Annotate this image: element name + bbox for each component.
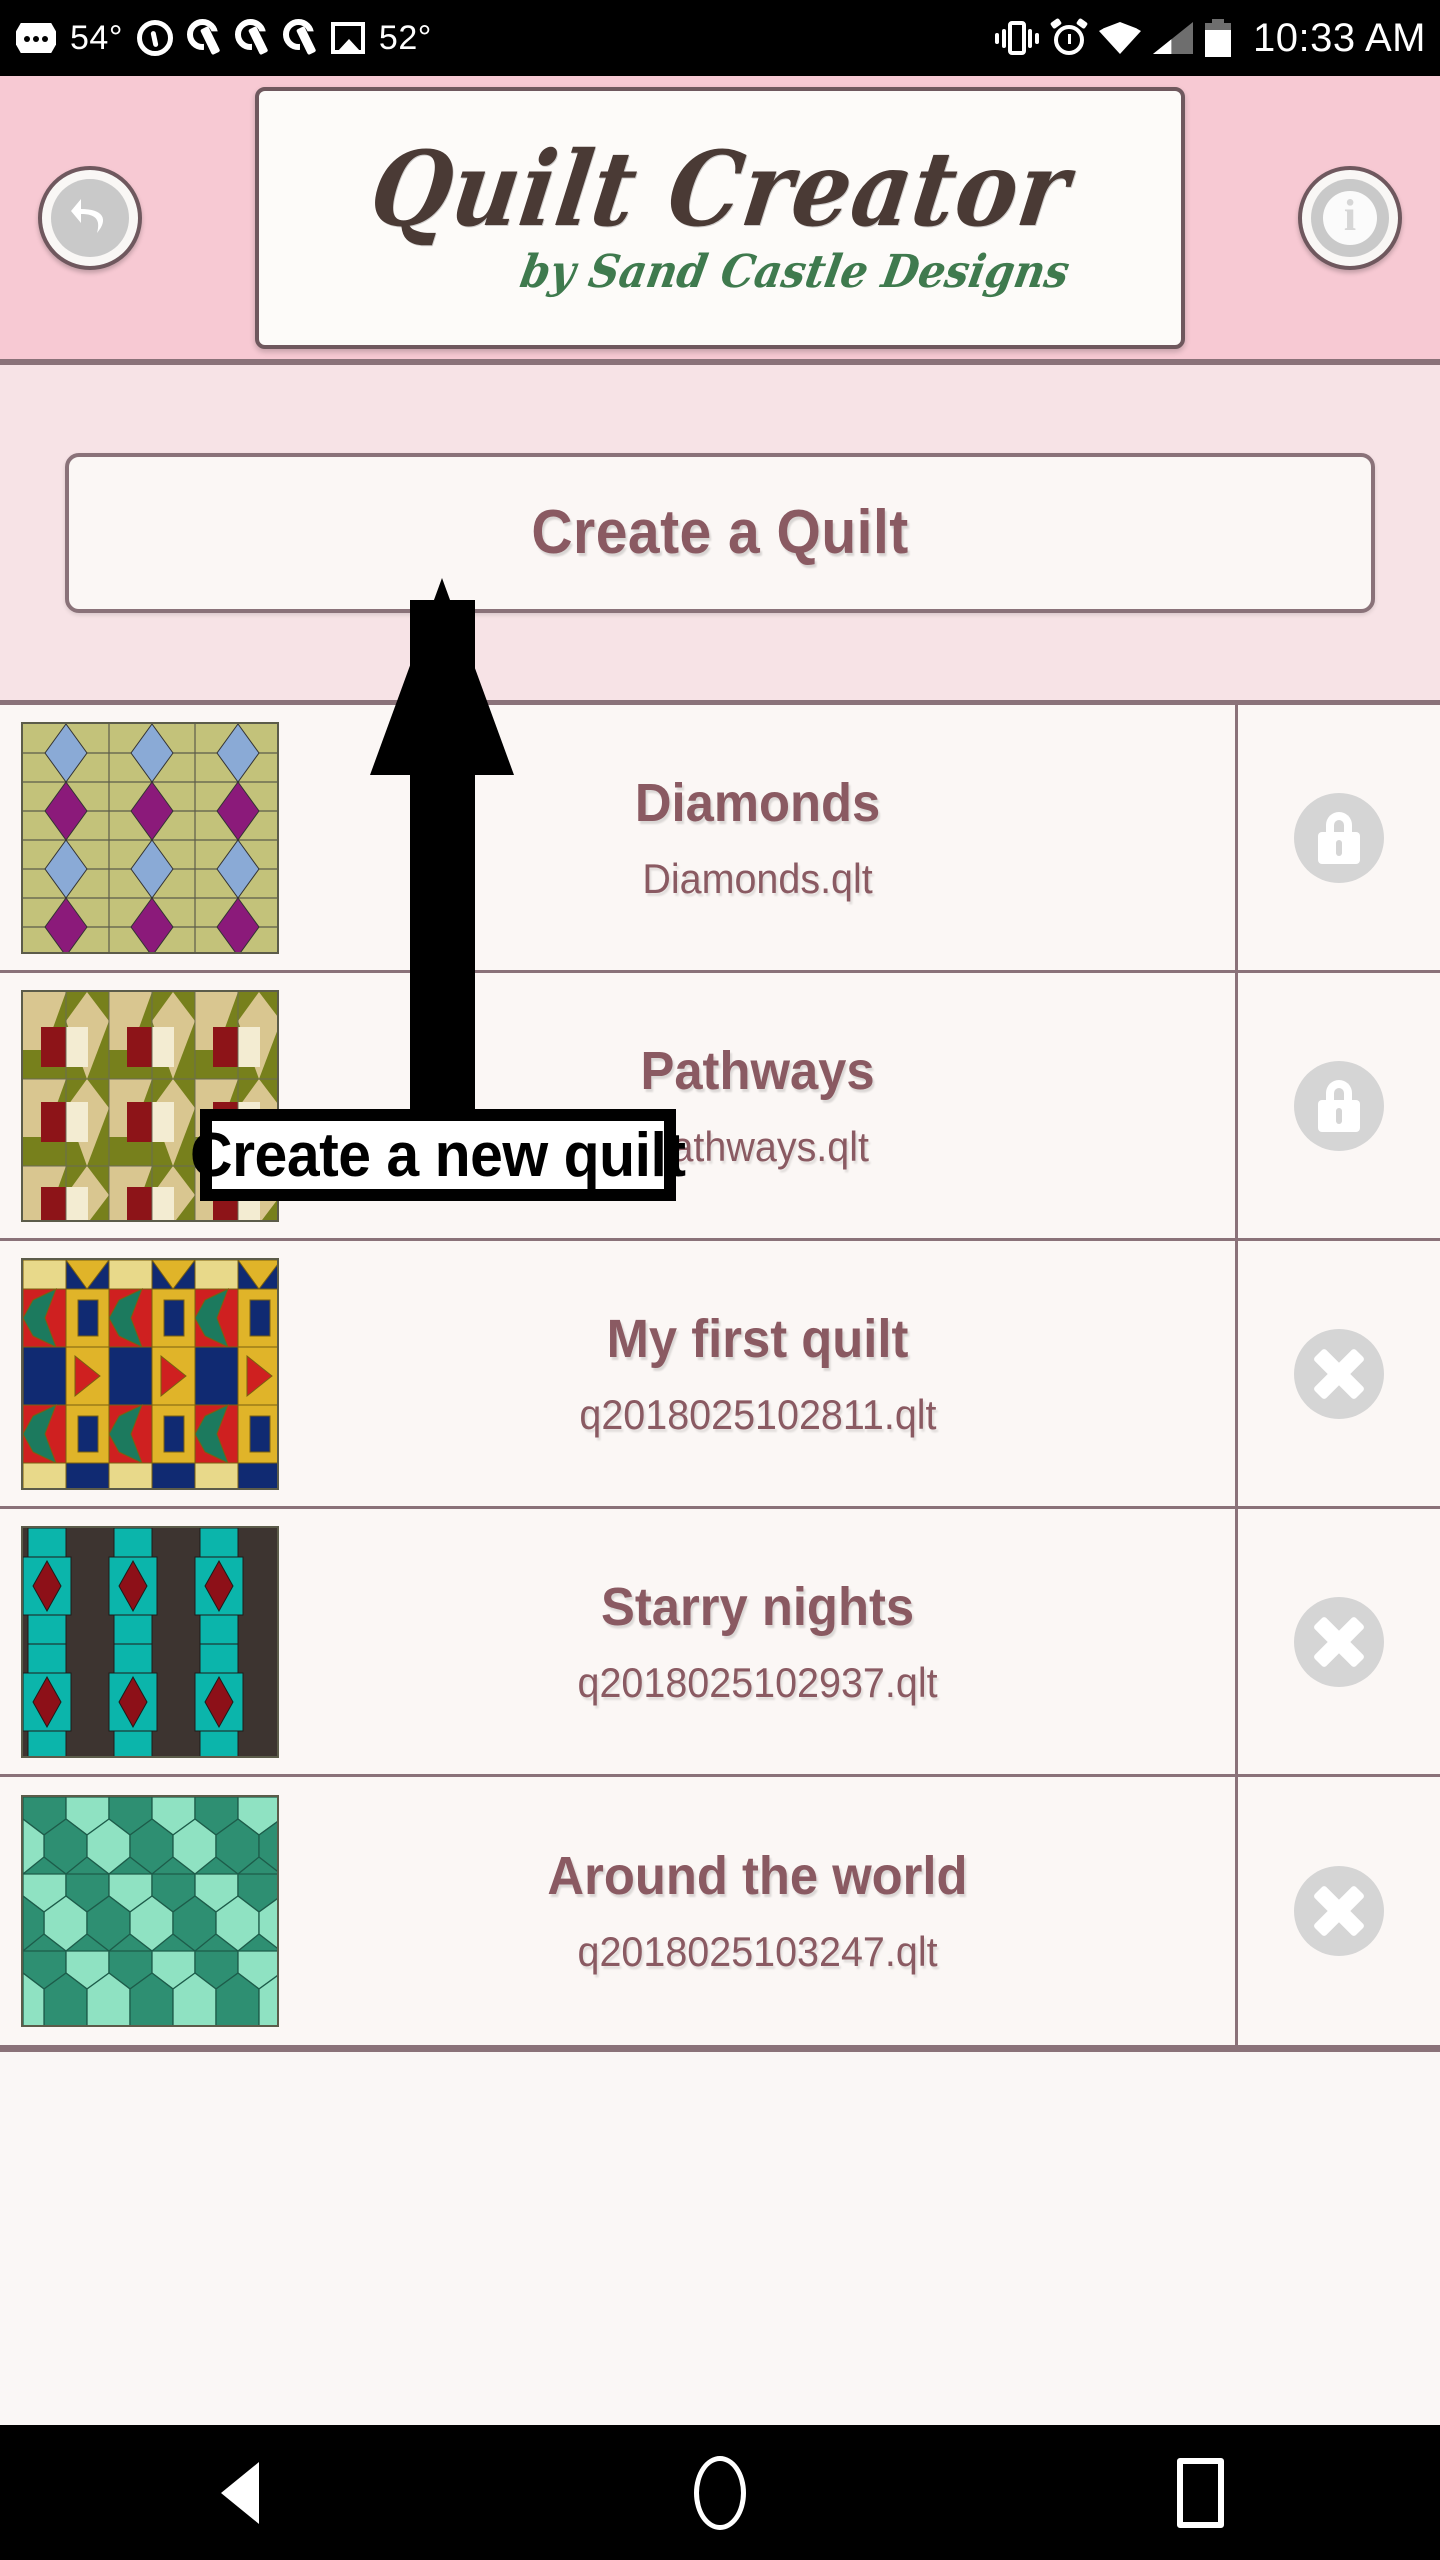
quilt-text-cell: Around the world q2018025103247.qlt xyxy=(300,1777,1235,2045)
quilt-title: Around the world xyxy=(547,1846,968,1906)
android-nav-bar xyxy=(0,2425,1440,2560)
create-quilt-panel: Create a Quilt xyxy=(0,365,1440,705)
more-dots-icon xyxy=(16,23,56,53)
quilt-thumbnail xyxy=(21,1795,279,2027)
delete-icon xyxy=(1312,1884,1366,1938)
list-item[interactable]: Starry nights q2018025102937.qlt xyxy=(0,1509,1440,1777)
quilt-text-cell: My first quilt q2018025102811.qlt xyxy=(300,1241,1235,1506)
signal-icon xyxy=(1152,22,1193,54)
quilt-filename: Diamonds.qlt xyxy=(642,854,873,902)
annotation-callout: Create a new quilt xyxy=(190,1109,686,1201)
quilt-list: Diamonds Diamonds.qlt Pathways Pathways.… xyxy=(0,705,1440,2052)
alarm-icon xyxy=(1049,17,1089,56)
app-logo-subtitle: by Sand Castle Designs xyxy=(516,244,1074,298)
delete-icon xyxy=(1312,1615,1366,1669)
quilt-action-cell[interactable] xyxy=(1235,1509,1440,1774)
battery-icon xyxy=(1204,19,1231,57)
status-clock: 10:33 AM xyxy=(1252,15,1426,60)
back-icon xyxy=(67,195,113,241)
quilt-title: Diamonds xyxy=(634,772,881,833)
wrench-icon xyxy=(187,19,221,57)
quilt-filename: q2018025103247.qlt xyxy=(577,1928,938,1975)
list-item[interactable]: Diamonds Diamonds.qlt xyxy=(0,705,1440,973)
photo-icon xyxy=(330,22,365,54)
wrench-icon xyxy=(235,19,269,57)
delete-icon xyxy=(1312,1347,1366,1401)
delete-button[interactable] xyxy=(1294,1596,1384,1687)
quilt-thumbnail xyxy=(21,721,279,954)
nav-back-icon xyxy=(221,2461,259,2524)
nav-recents-button[interactable] xyxy=(1050,2457,1350,2528)
quilt-thumbnail xyxy=(21,1257,279,1490)
quilt-action-cell[interactable] xyxy=(1235,1777,1440,2045)
lock-button[interactable] xyxy=(1294,1060,1384,1151)
status-bar-left: 54° 52° xyxy=(16,19,995,58)
quilt-text-cell: Diamonds Diamonds.qlt xyxy=(300,705,1235,970)
info-button[interactable]: i xyxy=(1298,165,1402,270)
quilt-thumbnail-cell xyxy=(0,1777,300,2045)
quilt-thumbnail-cell xyxy=(0,1241,300,1506)
pinterest-icon xyxy=(136,20,173,56)
status-bar-right: 10:33 AM xyxy=(994,15,1426,61)
create-quilt-button[interactable]: Create a Quilt xyxy=(65,452,1375,613)
nav-back-button[interactable] xyxy=(90,2461,390,2524)
quilt-action-cell[interactable] xyxy=(1235,1241,1440,1506)
status-bar: 54° 52° 10:33 AM xyxy=(0,0,1440,76)
nav-home-button[interactable] xyxy=(570,2455,870,2530)
vibrate-icon xyxy=(994,19,1039,57)
nav-recents-icon xyxy=(1176,2457,1224,2528)
lock-icon xyxy=(1315,1079,1363,1132)
delete-button[interactable] xyxy=(1294,1328,1384,1419)
lock-icon xyxy=(1315,811,1363,864)
info-icon: i xyxy=(1323,190,1377,245)
wifi-icon xyxy=(1099,22,1141,54)
quilt-title: Pathways xyxy=(640,1040,875,1101)
quilt-thumbnail-cell xyxy=(0,705,300,970)
list-item[interactable]: Around the world q2018025103247.qlt xyxy=(0,1777,1440,2045)
back-button[interactable] xyxy=(38,165,142,270)
wrench-icon xyxy=(283,19,317,57)
lock-button[interactable] xyxy=(1294,792,1384,883)
app-logo: Quilt Creator by Sand Castle Designs xyxy=(255,86,1185,349)
quilt-text-cell: Starry nights q2018025102937.qlt xyxy=(300,1509,1235,1774)
delete-button[interactable] xyxy=(1294,1866,1384,1956)
quilt-action-cell[interactable] xyxy=(1235,705,1440,970)
nav-home-icon xyxy=(694,2455,746,2530)
back-button-inner xyxy=(51,178,129,257)
status-temp-left: 54° xyxy=(70,18,123,57)
quilt-thumbnail xyxy=(21,1525,279,1758)
quilt-filename: q2018025102811.qlt xyxy=(578,1390,937,1438)
app-logo-title: Quilt Creator xyxy=(363,128,1077,249)
annotation-label: Create a new quilt xyxy=(190,1120,686,1190)
quilt-thumbnail-cell xyxy=(0,1509,300,1774)
quilt-filename: q2018025102937.qlt xyxy=(577,1658,938,1706)
info-button-inner: i xyxy=(1311,178,1389,257)
create-quilt-label: Create a Quilt xyxy=(531,498,909,567)
quilt-action-cell[interactable] xyxy=(1235,973,1440,1238)
quilt-title: Starry nights xyxy=(600,1576,915,1637)
quilt-title: My first quilt xyxy=(606,1308,909,1369)
app-header: Quilt Creator by Sand Castle Designs i xyxy=(0,76,1440,365)
list-item[interactable]: My first quilt q2018025102811.qlt xyxy=(0,1241,1440,1509)
status-temp-right: 52° xyxy=(378,18,432,57)
